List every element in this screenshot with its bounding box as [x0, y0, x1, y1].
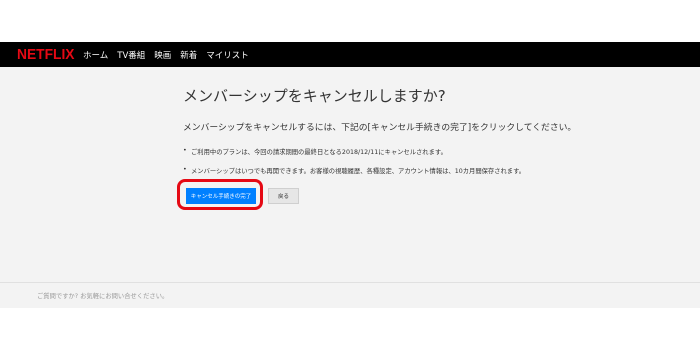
nav-item-tv-shows[interactable]: TV番組	[117, 49, 145, 61]
netflix-logo[interactable]: NETFLIX	[17, 46, 75, 63]
footer: ご質問ですか? お気軽にお問い合せください。	[0, 283, 700, 308]
back-button[interactable]: 戻る	[268, 188, 299, 204]
nav-item-my-list[interactable]: マイリスト	[206, 49, 249, 61]
nav-menu: ホーム TV番組 映画 新着 マイリスト	[83, 49, 258, 61]
highlight-outline	[177, 179, 263, 210]
nav-item-home[interactable]: ホーム	[83, 49, 108, 61]
nav-item-movies[interactable]: 映画	[154, 49, 171, 61]
top-navbar: NETFLIX ホーム TV番組 映画 新着 マイリスト	[0, 42, 700, 67]
info-item-restart: メンバーシップはいつでも再開できます。お客様の視聴履歴、各種設定、アカウント情報…	[183, 166, 563, 175]
action-buttons: キャンセル手続きの完了 戻る	[177, 179, 563, 210]
footer-contact-text[interactable]: ご質問ですか? お気軽にお問い合せください。	[37, 291, 168, 300]
bottom-margin	[0, 308, 700, 350]
main-content-area: メンバーシップをキャンセルしますか? メンバーシップをキャンセルするには、下記の…	[0, 67, 700, 282]
nav-item-new[interactable]: 新着	[180, 49, 197, 61]
instruction-text: メンバーシップをキャンセルするには、下記の[キャンセル手続きの完了]をクリックし…	[183, 123, 577, 133]
cancel-membership-panel: メンバーシップをキャンセルしますか? メンバーシップをキャンセルするには、下記の…	[177, 85, 577, 210]
info-item-plan-end: ご利用中のプランは、今回の請求期間の最終日となる2018/12/11にキャンセル…	[183, 147, 563, 156]
top-margin	[0, 0, 700, 42]
info-list: ご利用中のプランは、今回の請求期間の最終日となる2018/12/11にキャンセル…	[183, 147, 563, 175]
page-title: メンバーシップをキャンセルしますか?	[183, 87, 446, 105]
